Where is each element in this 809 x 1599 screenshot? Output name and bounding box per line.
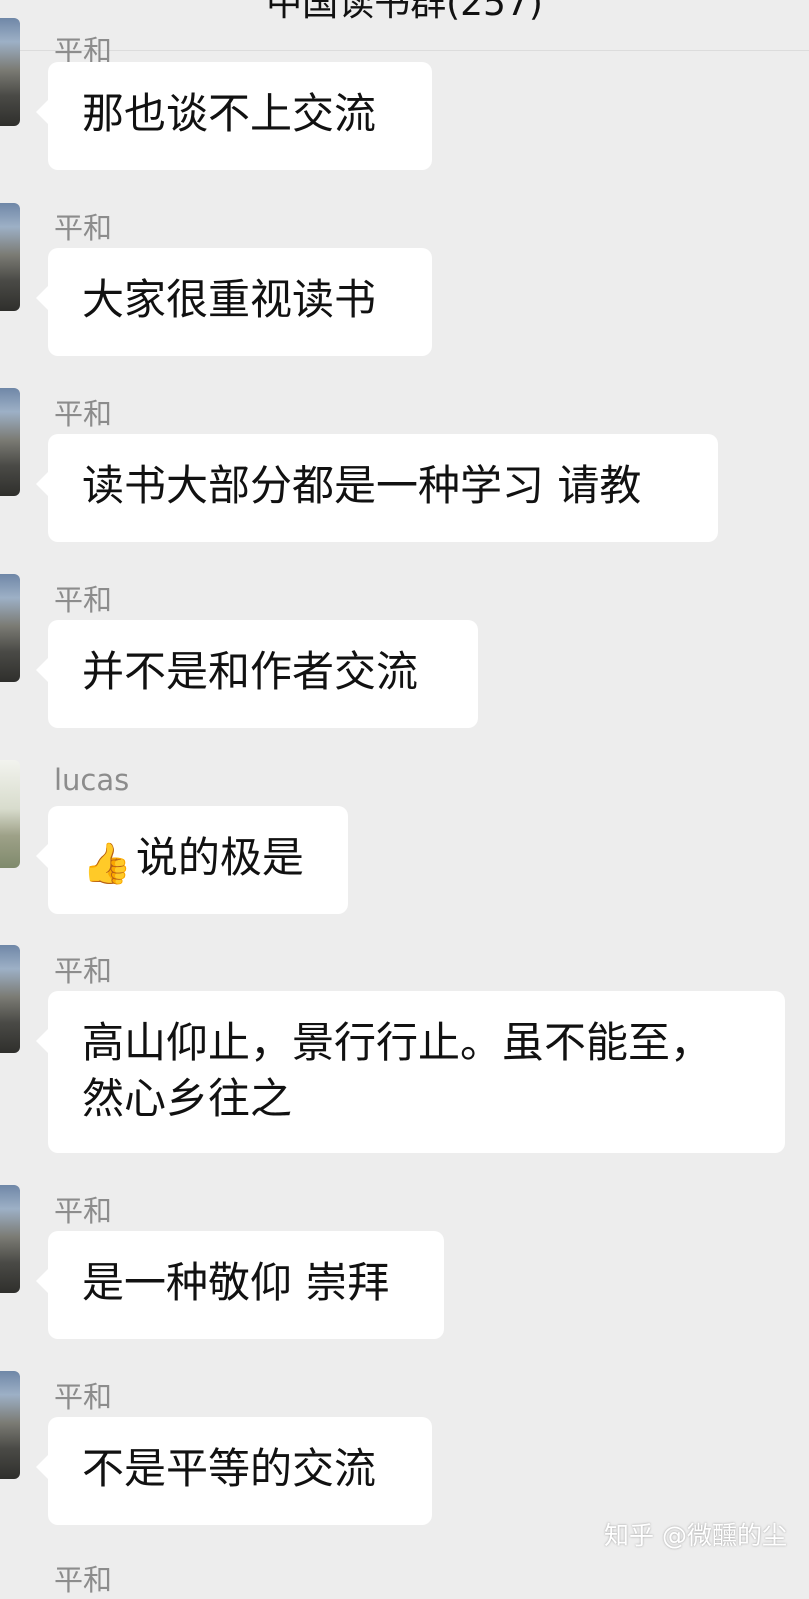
chat-header: 中国读书群(257) [0,0,809,51]
sender-name: 平和 [54,1563,113,1597]
sender-name: 平和 [54,397,113,431]
message-bubble[interactable]: 高山仰止，景行行止。虽不能至， 然心乡往之 [36,991,785,1153]
message-bubble[interactable]: 大家很重视读书 [36,248,432,356]
message-bubble[interactable]: 不是平等的交流 [36,1417,432,1525]
sender-name: 平和 [54,954,113,988]
avatar[interactable] [0,760,20,868]
avatar[interactable] [0,203,20,311]
message-text: 说的极是 [135,833,304,882]
avatar[interactable] [0,1185,20,1293]
sender-name: 平和 [54,1194,113,1228]
sender-name: 平和 [54,211,113,245]
sender-name: 平和 [54,1380,113,1414]
watermark: 知乎 @微醺的尘 [604,1521,787,1550]
message-bubble[interactable]: 那也谈不上交流 [36,62,432,170]
sender-name: lucas [54,763,130,797]
avatar[interactable] [0,18,20,126]
thumbs-up-icon: 👍 [82,841,132,887]
sender-name: 平和 [54,583,113,617]
chat-title: 中国读书群(257) [266,0,543,24]
message-bubble[interactable]: 并不是和作者交流 [36,620,478,728]
avatar[interactable] [0,388,20,496]
avatar[interactable] [0,945,20,1053]
message-bubble[interactable]: 是一种敬仰 崇拜 [36,1231,444,1339]
message-bubble[interactable]: 读书大部分都是一种学习 请教 [36,434,718,542]
avatar[interactable] [0,1371,20,1479]
avatar[interactable] [0,574,20,682]
message-bubble[interactable]: 👍说的极是 [36,806,348,914]
